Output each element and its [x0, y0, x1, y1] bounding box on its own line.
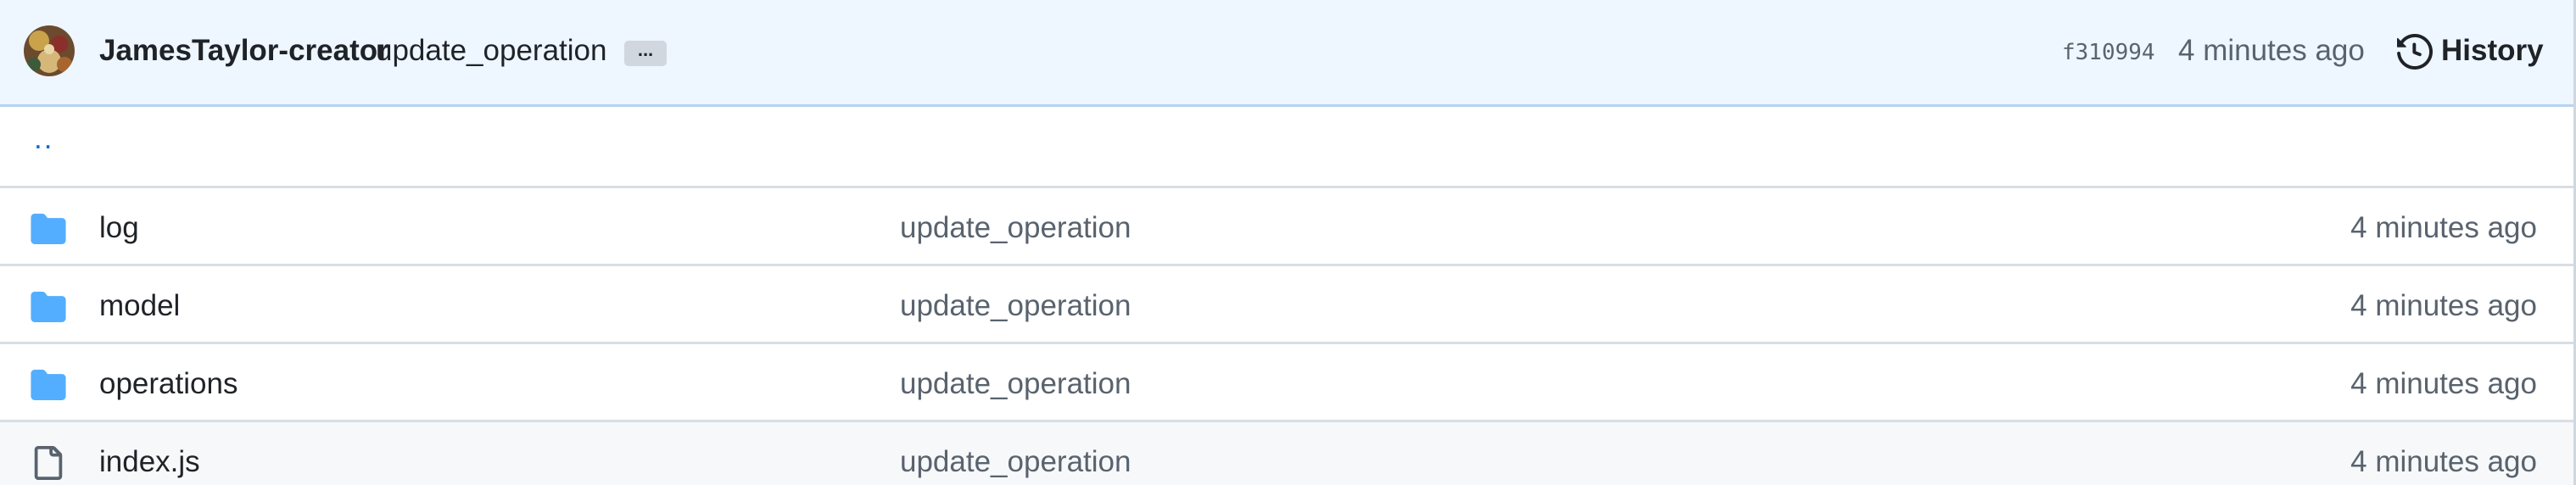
- file-commit-message-link[interactable]: update_operation: [900, 211, 1131, 245]
- folder-icon: [31, 214, 66, 244]
- commit-author-link[interactable]: JamesTaylor-creator: [99, 34, 389, 68]
- history-icon: [2397, 34, 2433, 70]
- table-row[interactable]: operations update_operation 4 minutes ag…: [0, 342, 2573, 420]
- file-commit-time: 4 minutes ago: [2350, 211, 2537, 244]
- file-name-link[interactable]: model: [99, 289, 180, 323]
- parent-directory-row[interactable]: ..: [0, 107, 2573, 186]
- file-icon: [34, 446, 63, 480]
- file-name-link[interactable]: log: [99, 211, 139, 245]
- commit-message-link[interactable]: update_operation: [376, 34, 606, 68]
- parent-directory-link[interactable]: ..: [34, 122, 53, 156]
- folder-icon: [31, 292, 66, 322]
- file-commit-time: 4 minutes ago: [2350, 445, 2537, 478]
- table-row[interactable]: log update_operation 4 minutes ago: [0, 186, 2573, 264]
- latest-commit-bar: JamesTaylor-creator update_operation ...…: [0, 0, 2573, 107]
- file-commit-time: 4 minutes ago: [2350, 289, 2537, 322]
- file-commit-message-link[interactable]: update_operation: [900, 289, 1131, 323]
- table-row[interactable]: model update_operation 4 minutes ago: [0, 264, 2573, 342]
- file-list-box: JamesTaylor-creator update_operation ...…: [0, 0, 2576, 485]
- history-label: History: [2441, 34, 2544, 67]
- file-name-link[interactable]: index.js: [99, 445, 200, 479]
- commit-time: 4 minutes ago: [2178, 34, 2365, 67]
- commit-sha-link[interactable]: f310994: [2062, 40, 2155, 65]
- file-name-link[interactable]: operations: [99, 367, 237, 401]
- table-row[interactable]: index.js update_operation 4 minutes ago: [0, 420, 2573, 485]
- file-commit-message-link[interactable]: update_operation: [900, 445, 1131, 479]
- folder-icon: [31, 370, 66, 400]
- file-commit-time: 4 minutes ago: [2350, 367, 2537, 400]
- avatar[interactable]: [24, 25, 75, 76]
- expand-commit-button[interactable]: ...: [624, 41, 667, 66]
- file-commit-message-link[interactable]: update_operation: [900, 367, 1131, 401]
